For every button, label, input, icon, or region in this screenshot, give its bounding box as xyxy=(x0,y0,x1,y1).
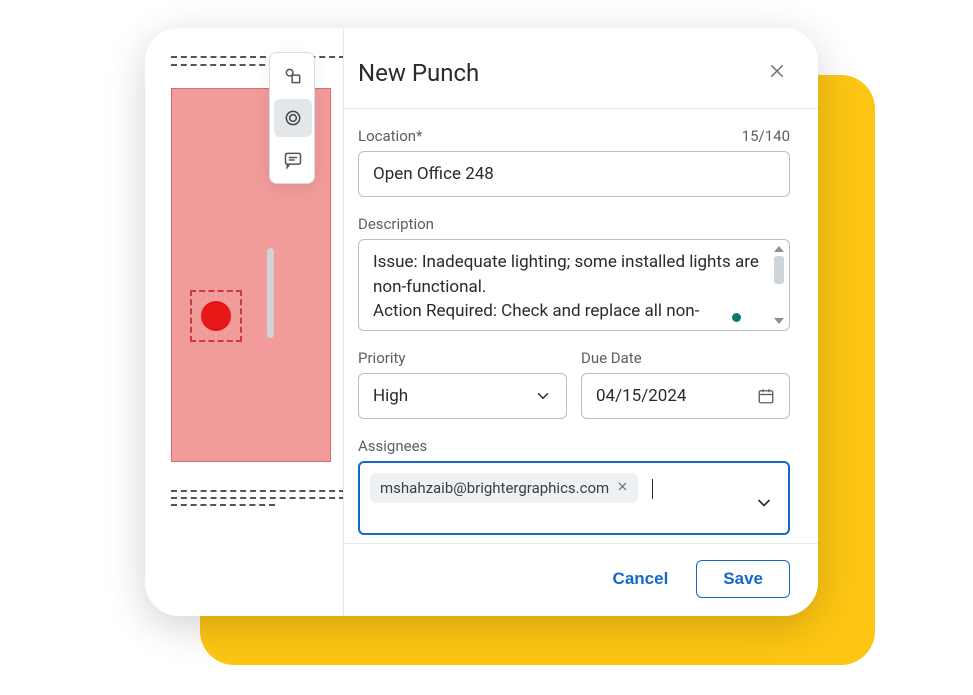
plan-guide-line xyxy=(171,64,275,66)
close-icon xyxy=(617,481,628,492)
due-date-label: Due Date xyxy=(581,349,790,367)
punch-marker[interactable] xyxy=(190,290,242,342)
new-punch-panel: New Punch Location* 15/140 Descripti xyxy=(343,28,818,616)
assignees-field: Assignees mshahzaib@brightergraphics.com xyxy=(358,437,790,535)
description-field: Description Issue: Inadequate lighting; … xyxy=(358,215,790,331)
priority-select[interactable]: High xyxy=(358,373,567,419)
assignee-chip-text: mshahzaib@brightergraphics.com xyxy=(380,479,609,497)
location-input[interactable] xyxy=(358,151,790,197)
cancel-button[interactable]: Cancel xyxy=(613,569,669,589)
comment-icon xyxy=(283,150,303,170)
due-date-field: Due Date 04/15/2024 xyxy=(581,349,790,419)
priority-field: Priority High xyxy=(358,349,567,419)
textarea-scrollbar[interactable] xyxy=(773,246,785,324)
plan-scrollbar-thumb[interactable] xyxy=(267,248,274,338)
shapes-tool-button[interactable] xyxy=(274,57,312,95)
location-field: Location* 15/140 xyxy=(358,127,790,197)
assignees-dropdown-toggle[interactable] xyxy=(754,493,774,517)
panel-header: New Punch xyxy=(344,28,818,109)
chip-remove-button[interactable] xyxy=(617,480,628,496)
plan-guide-line xyxy=(171,497,345,499)
calendar-icon xyxy=(757,387,775,405)
priority-label: Priority xyxy=(358,349,567,367)
due-date-input[interactable]: 04/15/2024 xyxy=(581,373,790,419)
scroll-thumb[interactable] xyxy=(774,256,784,284)
chevron-down-icon xyxy=(754,493,774,513)
text-caret xyxy=(652,479,653,499)
scroll-up-icon xyxy=(774,246,784,252)
location-label: Location* xyxy=(358,127,423,145)
due-date-value: 04/15/2024 xyxy=(596,386,686,406)
target-icon xyxy=(283,108,303,128)
annotation-toolbar xyxy=(269,52,315,184)
comment-tool-button[interactable] xyxy=(274,141,312,179)
panel-footer: Cancel Save xyxy=(344,543,818,616)
panel-title: New Punch xyxy=(358,59,479,87)
assignee-chip[interactable]: mshahzaib@brightergraphics.com xyxy=(370,473,638,503)
plan-guide-line xyxy=(171,56,345,58)
plan-guide-line xyxy=(171,490,345,492)
priority-value: High xyxy=(373,386,408,406)
app-card: New Punch Location* 15/140 Descripti xyxy=(145,28,818,616)
assignees-label: Assignees xyxy=(358,437,790,455)
target-tool-button[interactable] xyxy=(274,99,312,137)
shapes-icon xyxy=(283,66,303,86)
close-icon xyxy=(768,62,786,80)
description-label: Description xyxy=(358,215,790,233)
save-button[interactable]: Save xyxy=(696,560,790,598)
location-char-count: 15/140 xyxy=(742,127,790,145)
plan-guide-line xyxy=(171,504,275,506)
close-button[interactable] xyxy=(764,58,790,88)
punch-marker-dot xyxy=(201,301,231,331)
assignees-input[interactable]: mshahzaib@brightergraphics.com xyxy=(358,461,790,535)
panel-body: Location* 15/140 Description Issue: Inad… xyxy=(344,109,818,543)
chevron-down-icon xyxy=(534,387,552,405)
description-textarea[interactable]: Issue: Inadequate lighting; some install… xyxy=(358,239,790,331)
scroll-down-icon xyxy=(774,318,784,324)
description-text: Issue: Inadequate lighting; some install… xyxy=(373,250,767,324)
floorplan-area xyxy=(145,28,355,616)
resize-handle-icon xyxy=(732,313,741,322)
